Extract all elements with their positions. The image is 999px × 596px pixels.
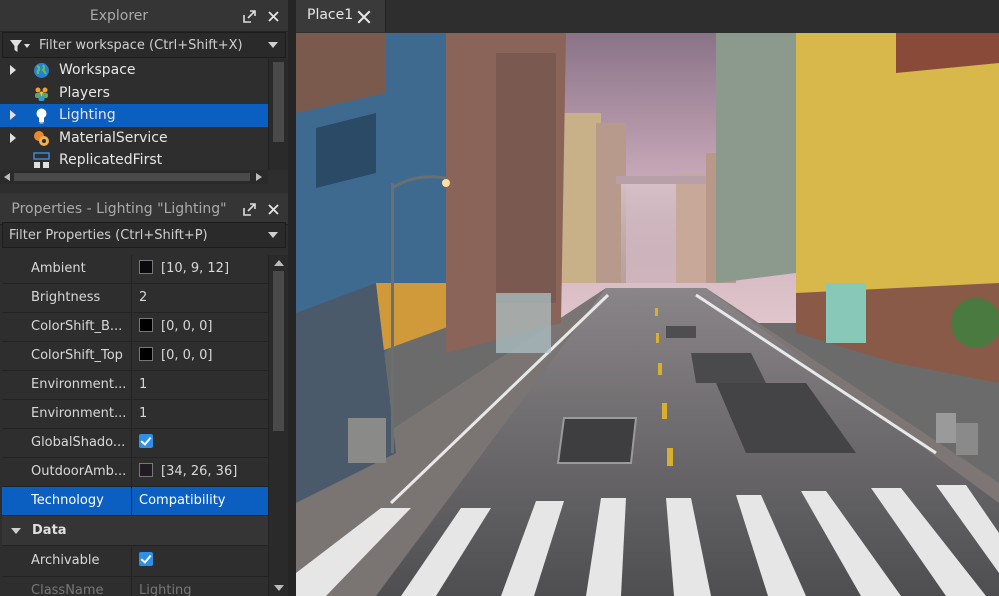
- prop-row-brightness[interactable]: Brightness 2: [2, 284, 268, 313]
- prop-value[interactable]: [0, 0, 0]: [133, 313, 268, 341]
- prop-value[interactable]: 1: [133, 371, 268, 399]
- prop-row-archivable[interactable]: Archivable: [2, 546, 268, 577]
- prop-name: Ambient: [2, 255, 132, 283]
- color-swatch[interactable]: [139, 318, 153, 332]
- scroll-up-icon[interactable]: [274, 260, 284, 266]
- prop-row-colorshift-bottom[interactable]: ColorShift_B... [0, 0, 0]: [2, 313, 268, 342]
- explorer-filter-input[interactable]: [3, 33, 285, 57]
- prop-name: Environment...: [2, 371, 132, 399]
- explorer-hscroll[interactable]: [0, 170, 268, 184]
- scroll-left-icon[interactable]: [4, 173, 10, 181]
- prop-value: [133, 429, 268, 457]
- prop-name: Environment...: [2, 400, 132, 428]
- color-swatch[interactable]: [139, 260, 153, 274]
- prop-value-text: [0, 0, 0]: [161, 348, 213, 363]
- prop-row-globalshadows[interactable]: GlobalShado...: [2, 429, 268, 458]
- explorer-header: Explorer: [0, 0, 288, 32]
- tree-item-lighting[interactable]: Lighting: [0, 104, 268, 127]
- close-icon[interactable]: [266, 202, 280, 216]
- globe-icon: [34, 63, 49, 78]
- tree-item-label: MaterialService: [59, 129, 168, 146]
- tree-item-players[interactable]: Players: [0, 82, 268, 105]
- group-row-data[interactable]: Data: [2, 516, 268, 546]
- prop-value[interactable]: [0, 0, 0]: [133, 342, 268, 370]
- dock-divider[interactable]: [288, 0, 296, 596]
- chevron-down-icon[interactable]: [268, 232, 278, 238]
- prop-value-text: [10, 9, 12]: [161, 261, 230, 276]
- properties-filter[interactable]: [2, 222, 286, 248]
- prop-value[interactable]: 2: [133, 284, 268, 312]
- explorer-vscroll[interactable]: [268, 59, 288, 170]
- prop-name: Technology: [2, 487, 132, 515]
- group-label: Data: [32, 523, 67, 538]
- lightbulb-icon: [36, 108, 47, 124]
- scroll-right-icon[interactable]: [256, 173, 262, 181]
- prop-name: ClassName: [2, 577, 132, 596]
- tree-item-materialservice[interactable]: MaterialService: [0, 127, 268, 150]
- tree-item-label: Players: [59, 84, 110, 101]
- left-dock: Explorer Workspace: [0, 0, 288, 596]
- prop-value[interactable]: Compatibility: [133, 487, 268, 515]
- city-street-scene[interactable]: [296, 33, 999, 596]
- tree-item-label: Lighting: [59, 107, 116, 123]
- prop-row-classname: ClassName Lighting: [2, 577, 268, 596]
- expand-arrow-icon[interactable]: [10, 65, 16, 75]
- prop-name: Brightness: [2, 284, 132, 312]
- close-icon[interactable]: [266, 9, 280, 23]
- prop-name: Archivable: [2, 546, 132, 576]
- undock-icon[interactable]: [242, 9, 256, 23]
- undock-icon[interactable]: [242, 202, 256, 216]
- tree-item-label: ReplicatedFirst: [59, 152, 163, 168]
- replicated-first-icon: [33, 152, 50, 168]
- prop-value: Lighting: [139, 583, 192, 596]
- properties-vscroll[interactable]: [268, 255, 288, 596]
- prop-row-ambient[interactable]: Ambient [10, 9, 12]: [2, 255, 268, 284]
- material-service-icon: [34, 130, 49, 146]
- color-swatch[interactable]: [139, 347, 153, 361]
- prop-row-technology[interactable]: Technology Compatibility: [2, 487, 268, 516]
- checkbox[interactable]: [139, 552, 153, 566]
- color-swatch[interactable]: [139, 463, 153, 477]
- 3d-viewport[interactable]: [296, 33, 999, 596]
- properties-filter-wrap: [0, 222, 288, 248]
- prop-value[interactable]: [34, 26, 36]: [133, 458, 268, 486]
- chevron-down-icon[interactable]: [268, 42, 278, 48]
- expand-arrow-icon[interactable]: [10, 110, 16, 120]
- prop-value-text: [34, 26, 36]: [161, 464, 238, 479]
- tree-item-label: Workspace: [59, 62, 136, 78]
- properties-title: Properties - Lighting "Lighting": [11, 201, 227, 217]
- properties-filter-input[interactable]: [3, 223, 285, 247]
- explorer-tree: Workspace Players Lighting MaterialServi…: [0, 59, 268, 170]
- explorer-filter[interactable]: [2, 32, 286, 58]
- prop-value[interactable]: [10, 9, 12]: [133, 255, 268, 283]
- tab-label: Place1: [307, 7, 354, 23]
- scroll-down-icon[interactable]: [274, 585, 284, 591]
- tree-item-replicatedfirst[interactable]: ReplicatedFirst: [0, 149, 268, 170]
- properties-header: Properties - Lighting "Lighting": [0, 193, 288, 225]
- prop-value-text: [0, 0, 0]: [161, 319, 213, 334]
- explorer-vscroll-thumb[interactable]: [273, 62, 284, 142]
- checkbox[interactable]: [139, 434, 153, 448]
- tree-item-workspace[interactable]: Workspace: [0, 59, 268, 82]
- prop-name: ColorShift_B...: [2, 313, 132, 341]
- explorer-title: Explorer: [89, 8, 149, 24]
- prop-name: GlobalShado...: [2, 429, 132, 457]
- prop-row-environment-specular[interactable]: Environment... 1: [2, 400, 268, 429]
- prop-name: ColorShift_Top: [2, 342, 132, 370]
- tab-place1[interactable]: Place1: [296, 0, 386, 32]
- close-icon[interactable]: [357, 10, 371, 24]
- players-icon: [35, 87, 48, 101]
- properties-grid: Ambient [10, 9, 12] Brightness 2 ColorSh…: [2, 255, 268, 596]
- prop-name: OutdoorAmb...: [2, 458, 132, 486]
- prop-row-outdoorambient[interactable]: OutdoorAmb... [34, 26, 36]: [2, 458, 268, 487]
- prop-value: [133, 546, 268, 576]
- explorer-hscroll-thumb[interactable]: [14, 173, 250, 181]
- prop-row-environment-diffuse[interactable]: Environment... 1: [2, 371, 268, 400]
- prop-row-colorshift-top[interactable]: ColorShift_Top [0, 0, 0]: [2, 342, 268, 371]
- prop-value[interactable]: 1: [133, 400, 268, 428]
- properties-vscroll-thumb[interactable]: [273, 271, 284, 431]
- document-tabs: Place1: [296, 0, 999, 33]
- expand-arrow-icon[interactable]: [10, 132, 16, 143]
- collapse-arrow-icon[interactable]: [11, 528, 21, 534]
